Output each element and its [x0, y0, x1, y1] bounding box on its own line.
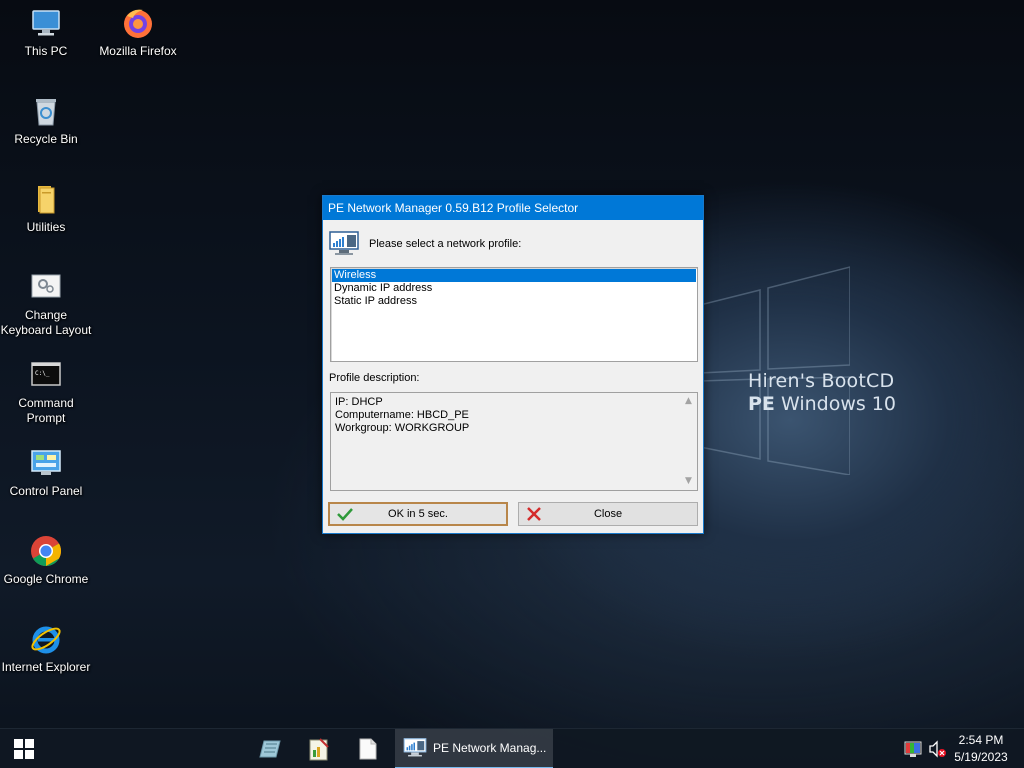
profile-item-static-ip[interactable]: Static IP address: [332, 295, 696, 308]
desktop-icon-label: Internet Explorer: [1, 660, 91, 674]
close-button-label: Close: [593, 508, 623, 520]
start-button[interactable]: [0, 729, 48, 768]
recycle-bin-icon: [36, 99, 56, 126]
checkmark-icon: [337, 508, 353, 521]
network-profile-list[interactable]: Wireless Dynamic IP address Static IP ad…: [330, 267, 698, 362]
scroll-up-icon[interactable]: ▲: [680, 393, 697, 410]
desktop-icon-label: Recycle Bin: [14, 132, 78, 146]
cmd-icon: C:\_: [31, 362, 61, 386]
taskbar-pin-task-editor[interactable]: [295, 729, 343, 768]
wallpaper-subtitle: PE Windows 10: [748, 393, 896, 415]
taskbar-pin-notepad[interactable]: [246, 729, 294, 768]
desktop-icon-command-prompt[interactable]: C:\_ Command Prompt: [0, 358, 92, 426]
description-line: Computername: HBCD_PE: [335, 409, 469, 421]
folder-icon: [38, 186, 55, 214]
desktop-icon-label: Mozilla Firefox: [99, 44, 177, 58]
ok-button-label: OK in 5 sec.: [388, 508, 448, 520]
desktop-icon-label: Google Chrome: [3, 572, 89, 586]
svg-text:C:\_: C:\_: [35, 370, 50, 377]
clock-date: 5/19/2023: [954, 750, 1008, 764]
description-scrollbar[interactable]: ▲ ▼: [680, 393, 697, 490]
wallpaper-title: Hiren's BootCD: [748, 370, 895, 392]
prompt-label: Please select a network profile:: [369, 238, 522, 250]
notepad-icon: [259, 740, 281, 758]
taskbar-clock[interactable]: 2:54 PM 5/19/2023: [948, 732, 1014, 766]
desktop-icon-label: Utilities: [26, 220, 66, 234]
profile-description-box[interactable]: IP: DHCP Computername: HBCD_PE Workgroup…: [330, 392, 698, 491]
prompt-row: Please select a network profile:: [329, 230, 521, 258]
desktop-icon-firefox[interactable]: Mozilla Firefox: [92, 6, 184, 59]
close-button[interactable]: Close: [518, 502, 698, 526]
ie-icon: [31, 626, 61, 654]
profile-item-dynamic-ip[interactable]: Dynamic IP address: [332, 282, 696, 295]
desktop-icon-label: This PC: [24, 44, 68, 58]
network-manager-icon: [403, 738, 427, 757]
windows-start-icon: [14, 739, 34, 759]
profile-description-label: Profile description:: [329, 372, 420, 384]
close-icon: [527, 507, 541, 521]
volume-muted-icon[interactable]: [928, 740, 946, 758]
taskbar-app-label: PE Network Manag...: [433, 741, 547, 755]
desktop-icon-google-chrome[interactable]: Google Chrome: [0, 534, 92, 587]
profile-selector-dialog: PE Network Manager 0.59.B12 Profile Sele…: [322, 195, 704, 534]
taskbar-app-network-manager[interactable]: PE Network Manag...: [395, 729, 553, 768]
desktop-icon-internet-explorer[interactable]: Internet Explorer: [0, 622, 92, 675]
dialog-title[interactable]: PE Network Manager 0.59.B12 Profile Sele…: [323, 196, 703, 220]
blank-file-icon: [359, 738, 377, 760]
desktop-icon-utilities[interactable]: Utilities: [0, 182, 92, 235]
desktop-icon-recycle-bin[interactable]: Recycle Bin: [0, 94, 92, 147]
clock-time: 2:54 PM: [958, 733, 1004, 747]
chrome-icon: [31, 536, 62, 566]
scroll-down-icon[interactable]: ▼: [680, 473, 697, 490]
network-manager-icon: [329, 231, 359, 255]
taskbar-pin-file[interactable]: [344, 729, 392, 768]
desktop-icon-label: Command Prompt: [18, 396, 74, 425]
description-line: IP: DHCP: [335, 396, 383, 408]
profile-item-wireless[interactable]: Wireless: [332, 269, 696, 282]
description-line: Workgroup: WORKGROUP: [335, 422, 470, 434]
task-editor-icon: [309, 738, 329, 761]
firefox-icon: [124, 9, 152, 38]
desktop-icon-change-keyboard-layout[interactable]: Change Keyboard Layout: [0, 270, 92, 338]
desktop-icon-control-panel[interactable]: Control Panel: [0, 446, 92, 499]
this-pc-icon: [32, 10, 60, 36]
control-panel-icon: [31, 450, 61, 475]
ok-button[interactable]: OK in 5 sec.: [328, 502, 508, 526]
desktop-icon-label: Control Panel: [9, 484, 83, 498]
desktop-icon-this-pc[interactable]: This PC: [0, 6, 92, 59]
color-icon[interactable]: [904, 740, 922, 758]
taskbar: PE Network Manag... 2:54 PM 5/19/2023: [0, 728, 1024, 768]
desktop-icon-label: Change Keyboard Layout: [0, 308, 92, 337]
wallpaper-logo-text: Hiren's BootCD PE Windows 10: [748, 370, 896, 415]
keyboard-settings-icon: [31, 274, 61, 298]
